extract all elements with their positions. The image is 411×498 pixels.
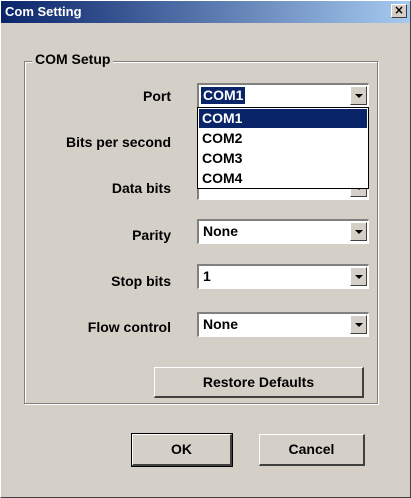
port-select-value: COM1 bbox=[201, 87, 246, 104]
stop-bits-dropdown-button[interactable] bbox=[350, 267, 367, 286]
port-option-com2[interactable]: COM2 bbox=[199, 129, 367, 148]
port-option-com4[interactable]: COM4 bbox=[199, 169, 367, 188]
restore-defaults-button[interactable]: Restore Defaults bbox=[154, 367, 364, 398]
ok-button[interactable]: OK bbox=[131, 433, 233, 467]
stop-bits-select-value: 1 bbox=[203, 268, 211, 284]
chevron-down-icon bbox=[355, 230, 363, 234]
flow-control-select[interactable]: None bbox=[197, 312, 369, 337]
port-dropdown-button[interactable] bbox=[350, 86, 367, 105]
port-label: Port bbox=[143, 88, 171, 104]
bits-per-second-label: Bits per second bbox=[65, 134, 171, 150]
cancel-button[interactable]: Cancel bbox=[259, 434, 365, 466]
window-title: Com Setting bbox=[5, 4, 82, 19]
flow-control-dropdown-button[interactable] bbox=[350, 315, 367, 334]
close-button[interactable]: × bbox=[391, 4, 407, 18]
com-setting-dialog: Com Setting × COM Setup Port COM1 Bits p… bbox=[0, 0, 411, 498]
parity-label: Parity bbox=[132, 227, 171, 243]
flow-control-label: Flow control bbox=[87, 319, 171, 335]
port-option-com3[interactable]: COM3 bbox=[199, 149, 367, 168]
chevron-down-icon bbox=[355, 323, 363, 327]
chevron-down-icon bbox=[355, 94, 363, 98]
parity-select[interactable]: None bbox=[197, 219, 369, 244]
title-bar[interactable]: Com Setting × bbox=[1, 1, 410, 23]
port-select[interactable]: COM1 bbox=[197, 83, 369, 108]
stop-bits-select[interactable]: 1 bbox=[197, 264, 369, 289]
close-icon: × bbox=[393, 3, 405, 17]
port-option-com1[interactable]: COM1 bbox=[199, 109, 367, 128]
com-setup-group-label: COM Setup bbox=[32, 51, 114, 67]
flow-control-select-value: None bbox=[203, 316, 238, 332]
data-bits-label: Data bits bbox=[111, 180, 171, 196]
parity-dropdown-button[interactable] bbox=[350, 222, 367, 241]
stop-bits-label: Stop bits bbox=[111, 273, 171, 289]
parity-select-value: None bbox=[203, 223, 238, 239]
chevron-down-icon bbox=[355, 275, 363, 279]
port-dropdown-list: COM1 COM2 COM3 COM4 bbox=[197, 107, 369, 189]
